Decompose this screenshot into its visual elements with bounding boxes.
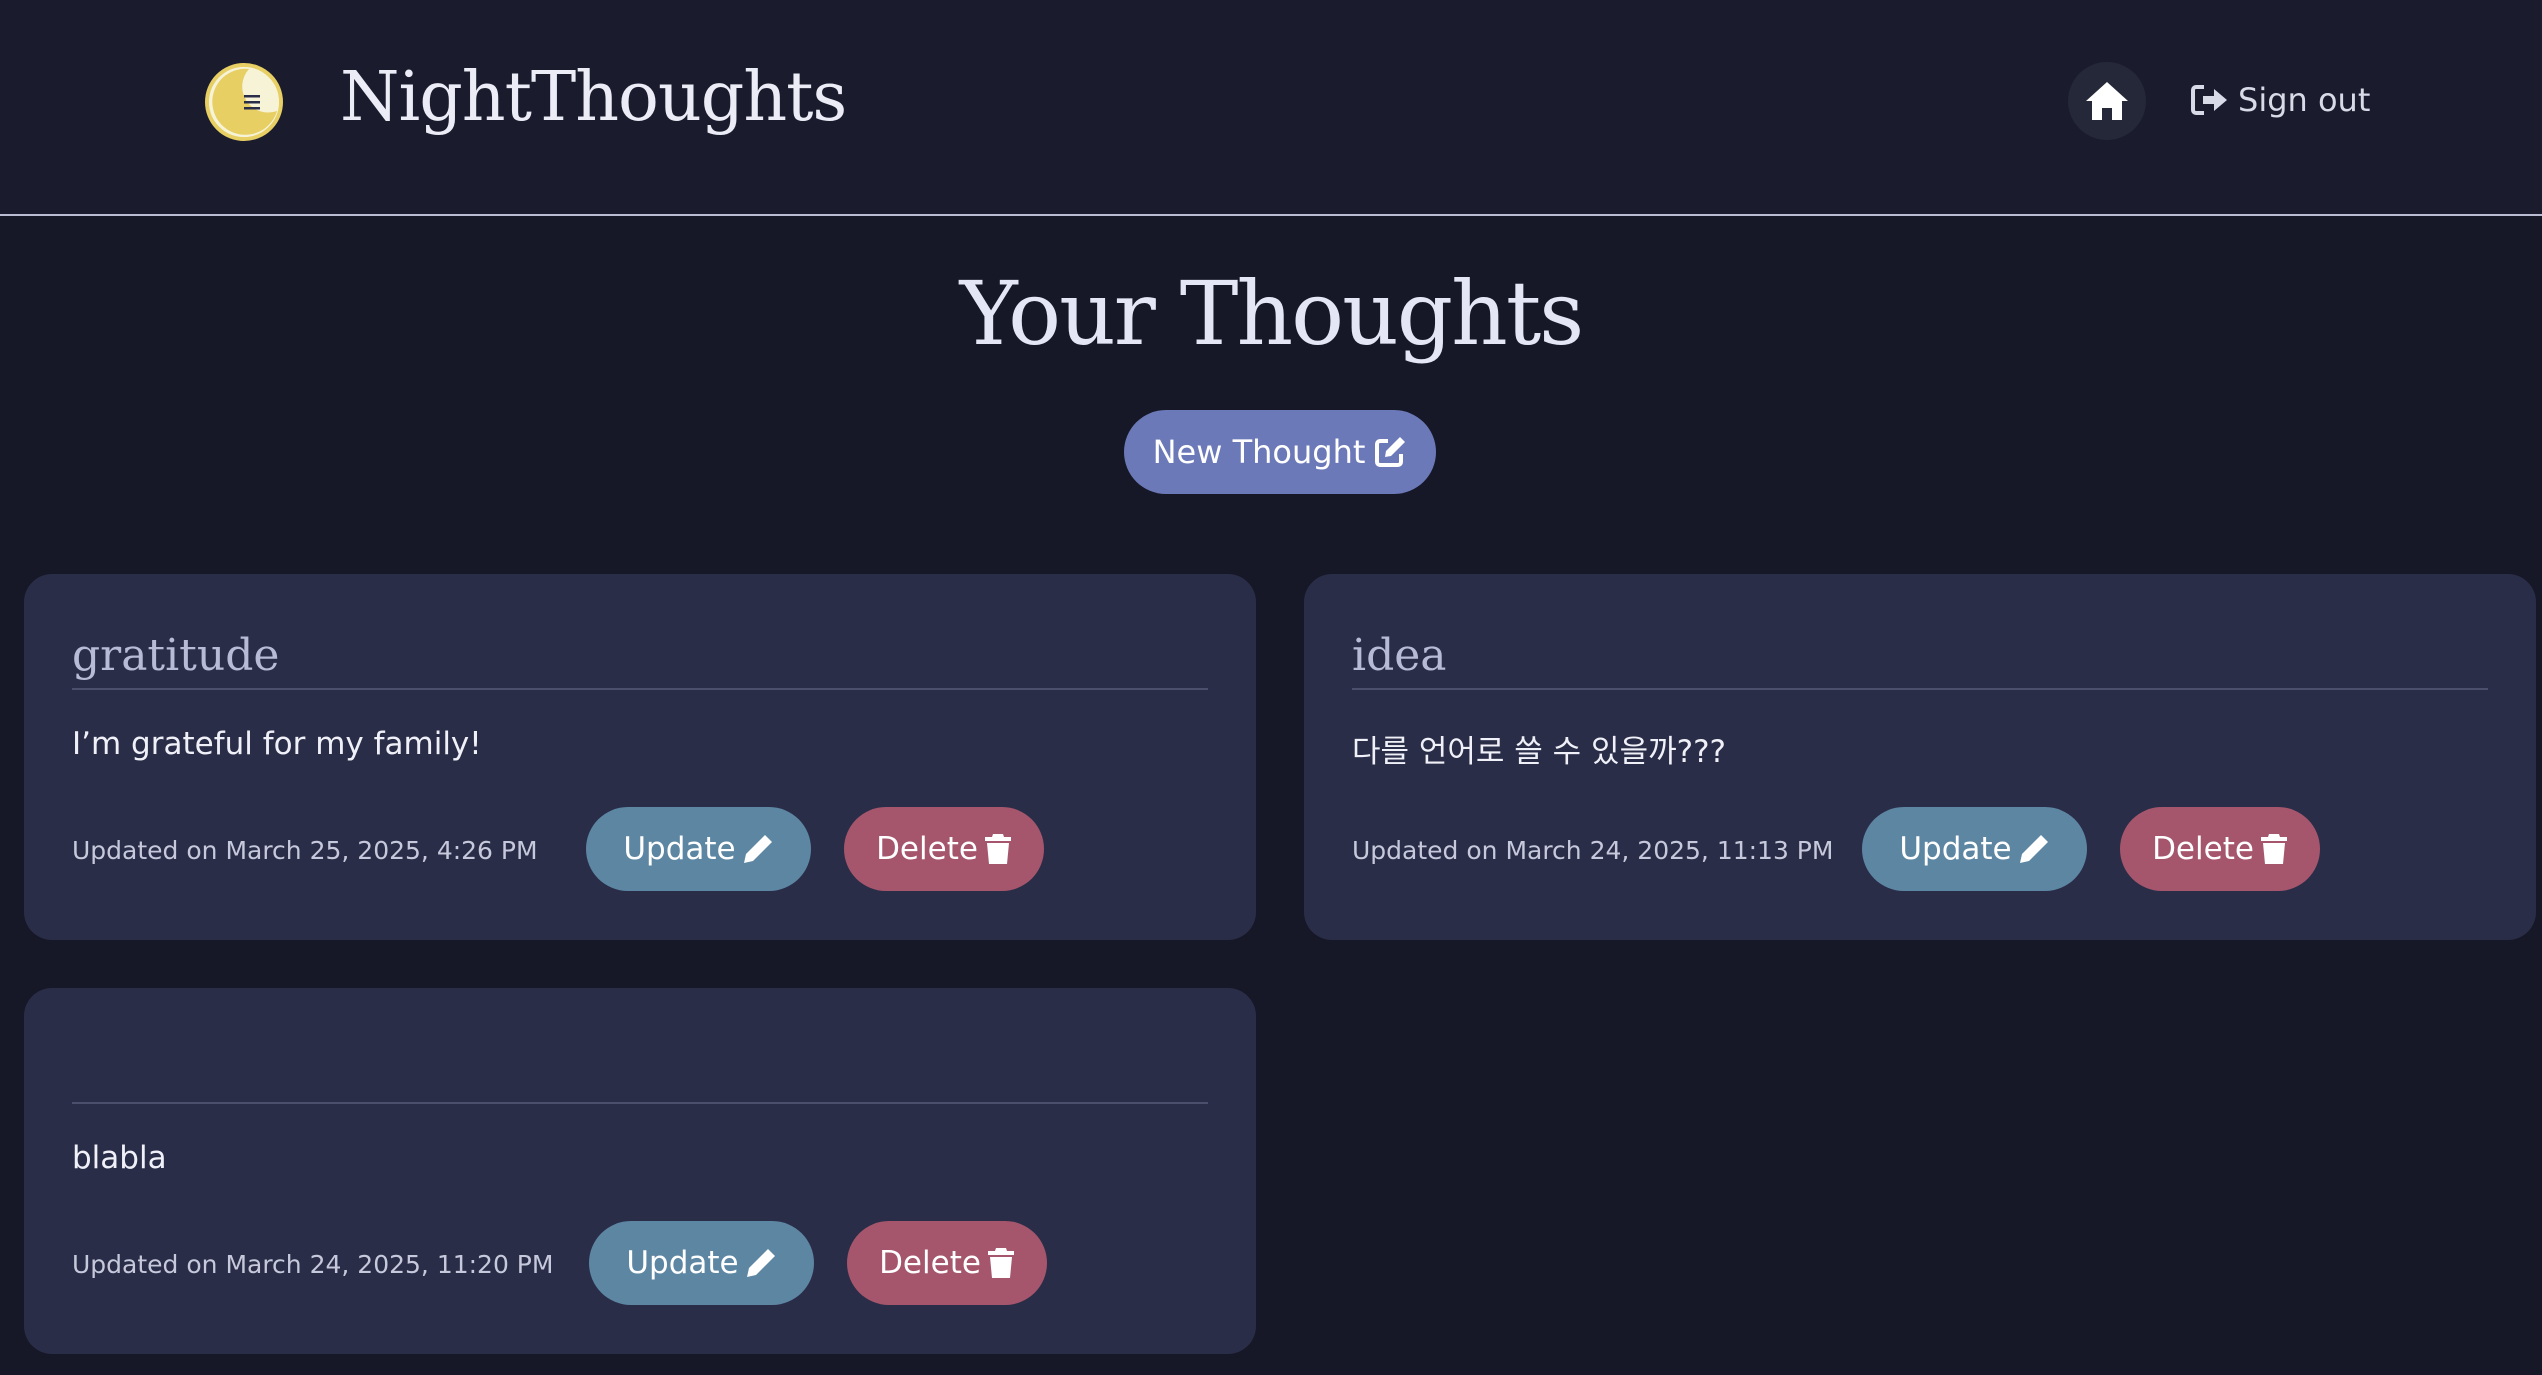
trash-icon bbox=[984, 834, 1011, 864]
delete-label: Delete bbox=[2152, 831, 2254, 867]
divider bbox=[72, 1102, 1208, 1104]
update-button[interactable]: Update bbox=[589, 1221, 814, 1305]
new-thought-button[interactable]: New Thought bbox=[1124, 410, 1436, 494]
home-button[interactable] bbox=[2068, 62, 2146, 140]
update-label: Update bbox=[1899, 831, 2012, 867]
delete-label: Delete bbox=[879, 1245, 981, 1281]
new-thought-label: New Thought bbox=[1152, 433, 1366, 471]
thought-card: idea 다를 언어로 쓸 수 있을까??? Updated on March … bbox=[1304, 574, 2536, 940]
delete-button[interactable]: Delete bbox=[844, 807, 1044, 891]
sign-out-icon bbox=[2191, 85, 2227, 115]
moon-menu-icon[interactable] bbox=[205, 63, 283, 141]
divider bbox=[1352, 688, 2488, 690]
thought-body: 다를 언어로 쓸 수 있을까??? bbox=[1352, 734, 1726, 770]
delete-label: Delete bbox=[876, 831, 978, 867]
delete-button[interactable]: Delete bbox=[847, 1221, 1047, 1305]
pencil-icon bbox=[2019, 835, 2048, 863]
thought-title: gratitude bbox=[72, 630, 280, 681]
update-label: Update bbox=[626, 1245, 739, 1281]
thought-card: blabla Updated on March 24, 2025, 11:20 … bbox=[24, 988, 1256, 1354]
sign-out-link[interactable]: Sign out bbox=[2190, 78, 2370, 122]
thought-body: blabla bbox=[72, 1140, 167, 1176]
brand-title[interactable]: NightThoughts bbox=[340, 58, 847, 137]
sign-out-label: Sign out bbox=[2238, 81, 2371, 119]
home-icon bbox=[2086, 82, 2128, 120]
thought-title: idea bbox=[1352, 630, 1447, 681]
thought-body: I’m grateful for my family! bbox=[72, 726, 482, 762]
thought-card: gratitude I’m grateful for my family! Up… bbox=[24, 574, 1256, 940]
pencil-icon bbox=[746, 1249, 775, 1277]
edit-icon bbox=[1375, 437, 1406, 467]
trash-icon bbox=[987, 1248, 1014, 1278]
top-nav: NightThoughts Sign out bbox=[0, 0, 2542, 216]
page-title: Your Thoughts bbox=[959, 262, 1585, 365]
trash-icon bbox=[2260, 834, 2287, 864]
updated-timestamp: Updated on March 25, 2025, 4:26 PM bbox=[72, 836, 538, 865]
delete-button[interactable]: Delete bbox=[2120, 807, 2320, 891]
update-button[interactable]: Update bbox=[1862, 807, 2087, 891]
thought-title bbox=[72, 1044, 1208, 1110]
update-label: Update bbox=[623, 831, 736, 867]
updated-timestamp: Updated on March 24, 2025, 11:13 PM bbox=[1352, 836, 1834, 865]
updated-timestamp: Updated on March 24, 2025, 11:20 PM bbox=[72, 1250, 554, 1279]
divider bbox=[72, 688, 1208, 690]
update-button[interactable]: Update bbox=[586, 807, 811, 891]
pencil-icon bbox=[743, 835, 772, 863]
